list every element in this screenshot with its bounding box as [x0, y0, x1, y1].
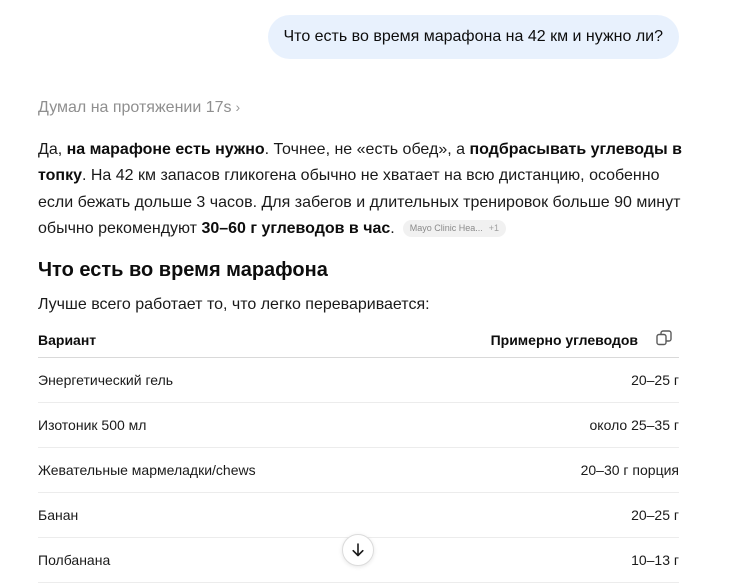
citation-source: Mayo Clinic Hea... — [409, 222, 483, 233]
table-row: Изотоник 500 мл около 25–35 г — [38, 403, 679, 448]
cell-variant: Банан — [38, 507, 79, 523]
thought-toggle[interactable]: Думал на протяжении 17s › — [38, 99, 240, 117]
cell-carbs: 20–25 г — [631, 507, 679, 523]
arrow-down-icon — [352, 543, 364, 557]
table-row: Энергетический гель 20–25 г — [38, 358, 679, 403]
citation-extra-count: +1 — [488, 222, 500, 233]
header-carbs: Примерно углеводов — [490, 332, 638, 348]
copy-icon[interactable] — [655, 329, 673, 347]
cell-carbs: 10–13 г — [631, 552, 679, 568]
cell-variant: Изотоник 500 мл — [38, 417, 147, 433]
section-heading: Что есть во время марафона — [38, 259, 328, 281]
section-intro: Лучше всего работает то, что легко перев… — [38, 296, 430, 313]
cell-variant: Жевательные мармеладки/chews — [38, 462, 256, 478]
user-message-bubble: Что есть во время марафона на 42 км и ну… — [267, 15, 679, 59]
cell-carbs: 20–25 г — [631, 372, 679, 388]
chevron-right-icon: › — [235, 99, 241, 115]
scroll-to-bottom-button[interactable] — [342, 534, 374, 566]
header-variant: Вариант — [38, 332, 97, 348]
table-header: Вариант Примерно углеводов — [38, 320, 679, 358]
table-row: Банан 20–25 г — [38, 493, 679, 538]
answer-text-4: . — [390, 219, 395, 237]
citation-chip[interactable]: Mayo Clinic Hea... +1 — [402, 219, 507, 237]
chat-page: Что есть во время марафона на 42 км и ну… — [0, 0, 740, 586]
cell-carbs: 20–30 г порция — [580, 462, 679, 478]
answer-paragraph: Да, на марафоне есть нужно. Точнее, не «… — [38, 137, 688, 242]
table-row: Жевательные мармеладки/chews 20–30 г пор… — [38, 448, 679, 493]
answer-text-2: . Точнее, не «есть обед», а — [264, 141, 470, 158]
answer-bold-3: 30–60 г углеводов в час — [201, 219, 391, 237]
answer-bold-1: на марафоне есть нужно — [66, 141, 265, 158]
answer-text-1: Да, — [38, 141, 67, 158]
cell-variant: Энергетический гель — [38, 372, 174, 388]
cell-variant: Полбанана — [38, 552, 111, 568]
cell-carbs: около 25–35 г — [589, 417, 679, 433]
thought-label: Думал на протяжении 17s — [38, 99, 232, 116]
